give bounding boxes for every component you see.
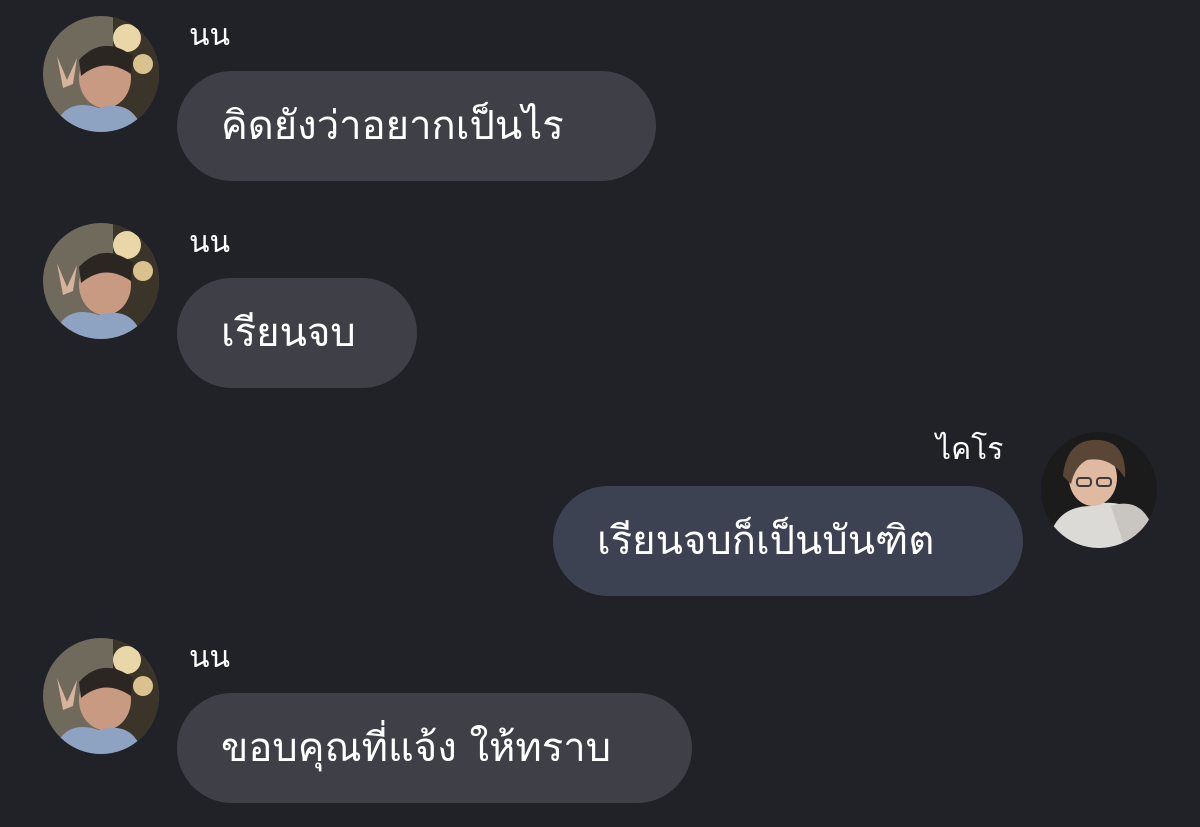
message-bubble-incoming[interactable]: ขอบคุณที่แจ้ง ให้ทราบ [177,693,692,803]
avatar-non-photo [43,223,159,339]
sender-name: นน [189,640,231,675]
sender-name: นน [189,225,231,260]
message-bubble-incoming[interactable]: คิดยังว่าอยากเป็นไร [177,71,656,181]
chat-thread: นน คิดยังว่าอยากเป็นไร นน เรียนจบ ไคโร เ… [0,0,1200,827]
avatar-non[interactable] [43,16,159,132]
avatar-non-photo [43,16,159,132]
avatar-non-photo [43,638,159,754]
avatar-non[interactable] [43,638,159,754]
sender-name: นน [189,18,231,53]
sender-name: ไคโร [936,432,1004,467]
message-bubble-incoming[interactable]: เรียนจบ [177,278,417,388]
message-bubble-outgoing[interactable]: เรียนจบก็เป็นบันฑิต [553,486,1023,596]
avatar-kairo[interactable] [1041,432,1157,548]
avatar-non[interactable] [43,223,159,339]
avatar-kairo-photo [1041,432,1157,548]
